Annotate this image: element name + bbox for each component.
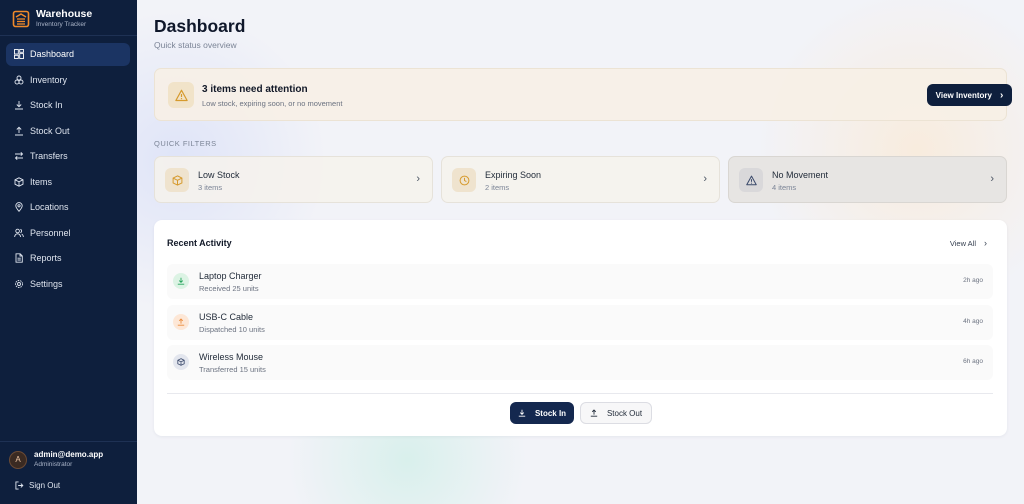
sidebar-item-stock-in[interactable]: Stock In xyxy=(6,94,130,117)
warning-icon xyxy=(739,168,763,192)
transfer-icon xyxy=(14,152,24,161)
activity-row[interactable]: Laptop Charger Received 25 units 2h ago xyxy=(167,264,993,299)
user-role: Administrator xyxy=(34,461,73,468)
dashboard-icon xyxy=(14,49,24,60)
chevron-right-icon: › xyxy=(416,173,420,185)
report-icon xyxy=(15,253,23,263)
sidebar-item-items[interactable]: Items xyxy=(6,171,130,194)
activity-item-name: Laptop Charger xyxy=(199,271,262,281)
chevron-right-icon: › xyxy=(984,238,987,248)
panel-divider xyxy=(167,393,993,394)
activity-item-time: 4h ago xyxy=(963,318,983,325)
sidebar-nav: Dashboard Inventory Stock In Stock Out T… xyxy=(6,43,130,298)
sign-out-label: Sign Out xyxy=(29,481,61,490)
alert-subtitle: Low stock, expiring soon, or no movement xyxy=(202,99,343,108)
sidebar-divider xyxy=(0,35,137,36)
chevron-right-icon: › xyxy=(703,173,707,185)
chevron-right-icon: › xyxy=(999,89,1004,101)
upload-icon xyxy=(590,409,598,417)
sidebar-item-locations[interactable]: Locations xyxy=(6,196,130,219)
sidebar-item-label: Dashboard xyxy=(30,49,75,60)
sidebar-item-label: Items xyxy=(30,176,53,187)
filter-count: 4 items xyxy=(772,183,797,192)
sidebar-item-label: Personnel xyxy=(30,227,71,238)
download-icon xyxy=(518,409,526,417)
sidebar-item-label: Settings xyxy=(30,278,63,289)
filter-count: 2 items xyxy=(485,183,510,192)
user-profile[interactable]: A admin@demo.app Administrator xyxy=(9,450,103,469)
boxes-icon xyxy=(14,75,24,85)
chevron-right-icon: › xyxy=(990,173,994,185)
view-inventory-button[interactable]: View Inventory › xyxy=(927,84,1012,106)
brand[interactable]: Warehouse Inventory Tracker xyxy=(12,8,92,29)
sidebar-item-label: Stock Out xyxy=(30,125,70,136)
clock-icon xyxy=(452,168,476,192)
stock-in-label: Stock In xyxy=(534,408,567,418)
sidebar-item-transfers[interactable]: Transfers xyxy=(6,145,130,168)
activity-row[interactable]: Wireless Mouse Transferred 15 units 6h a… xyxy=(167,345,993,380)
package-icon xyxy=(165,168,189,192)
activity-item-name: Wireless Mouse xyxy=(199,352,264,362)
page-title: Dashboard xyxy=(154,16,246,36)
main-content: Dashboard Quick status overview 3 items … xyxy=(137,0,1024,504)
stock-in-button[interactable]: Stock In xyxy=(510,402,574,424)
activity-item-desc: Received 25 units xyxy=(199,284,259,293)
map-pin-icon xyxy=(15,202,23,213)
quick-filters-label: QUICK FILTERS xyxy=(154,139,217,148)
download-icon xyxy=(15,101,23,110)
stock-out-label: Stock Out xyxy=(606,408,643,418)
logout-icon xyxy=(15,481,24,490)
activity-row[interactable]: USB-C Cable Dispatched 10 units 4h ago xyxy=(167,305,993,340)
recent-activity-title: Recent Activity xyxy=(167,238,232,248)
users-icon xyxy=(14,228,24,237)
activity-item-desc: Dispatched 10 units xyxy=(199,325,265,334)
download-icon xyxy=(173,273,189,289)
sidebar-item-personnel[interactable]: Personnel xyxy=(6,222,130,245)
gear-icon xyxy=(15,279,23,288)
attention-alert: 3 items need attention Low stock, expiri… xyxy=(154,68,1012,121)
filter-card-expiring-soon[interactable]: Expiring Soon 2 items › xyxy=(441,156,720,203)
filter-card-no-movement[interactable]: No Movement 4 items › xyxy=(728,156,1007,203)
warehouse-logo-icon xyxy=(12,10,30,28)
sidebar-divider xyxy=(0,441,137,442)
recent-activity-panel: Recent Activity View All › Laptop Charge… xyxy=(154,220,1007,436)
sidebar-item-label: Transfers xyxy=(30,151,68,162)
page-subtitle: Quick status overview xyxy=(154,40,237,50)
upload-icon xyxy=(173,314,189,330)
brand-subtitle: Inventory Tracker xyxy=(36,21,87,28)
filter-title: Expiring Soon xyxy=(485,170,542,180)
sidebar-item-label: Stock In xyxy=(30,100,63,111)
activity-item-time: 6h ago xyxy=(963,358,983,365)
filter-title: Low Stock xyxy=(198,170,240,180)
user-email: admin@demo.app xyxy=(34,450,104,459)
view-all-link[interactable]: View All › xyxy=(950,238,987,248)
sidebar-item-label: Locations xyxy=(30,202,69,213)
package-icon xyxy=(14,177,24,187)
package-icon xyxy=(173,354,189,370)
activity-item-desc: Transferred 15 units xyxy=(199,365,266,374)
sidebar-item-stock-out[interactable]: Stock Out xyxy=(6,120,130,143)
filter-card-low-stock[interactable]: Low Stock 3 items › xyxy=(154,156,433,203)
filter-title: No Movement xyxy=(772,170,829,180)
view-inventory-label: View Inventory xyxy=(935,90,992,100)
filter-count: 3 items xyxy=(198,183,223,192)
stock-out-button[interactable]: Stock Out xyxy=(580,402,652,424)
sidebar-item-dashboard[interactable]: Dashboard xyxy=(6,43,130,66)
brand-title: Warehouse xyxy=(36,8,93,20)
sidebar-item-settings[interactable]: Settings xyxy=(6,273,130,296)
sidebar-item-reports[interactable]: Reports xyxy=(6,247,130,270)
sidebar-item-label: Inventory xyxy=(30,74,68,85)
upload-icon xyxy=(15,126,23,136)
activity-item-time: 2h ago xyxy=(963,277,983,284)
alert-title: 3 items need attention xyxy=(202,84,308,95)
activity-item-name: USB-C Cable xyxy=(199,312,254,322)
warning-icon xyxy=(168,82,194,108)
sidebar-item-label: Reports xyxy=(30,253,62,264)
view-all-label: View All xyxy=(949,238,976,248)
sidebar: Warehouse Inventory Tracker Dashboard In… xyxy=(0,0,137,504)
avatar: A xyxy=(9,450,27,469)
sidebar-item-inventory[interactable]: Inventory xyxy=(6,69,130,92)
sign-out-button[interactable]: Sign Out xyxy=(15,481,60,490)
